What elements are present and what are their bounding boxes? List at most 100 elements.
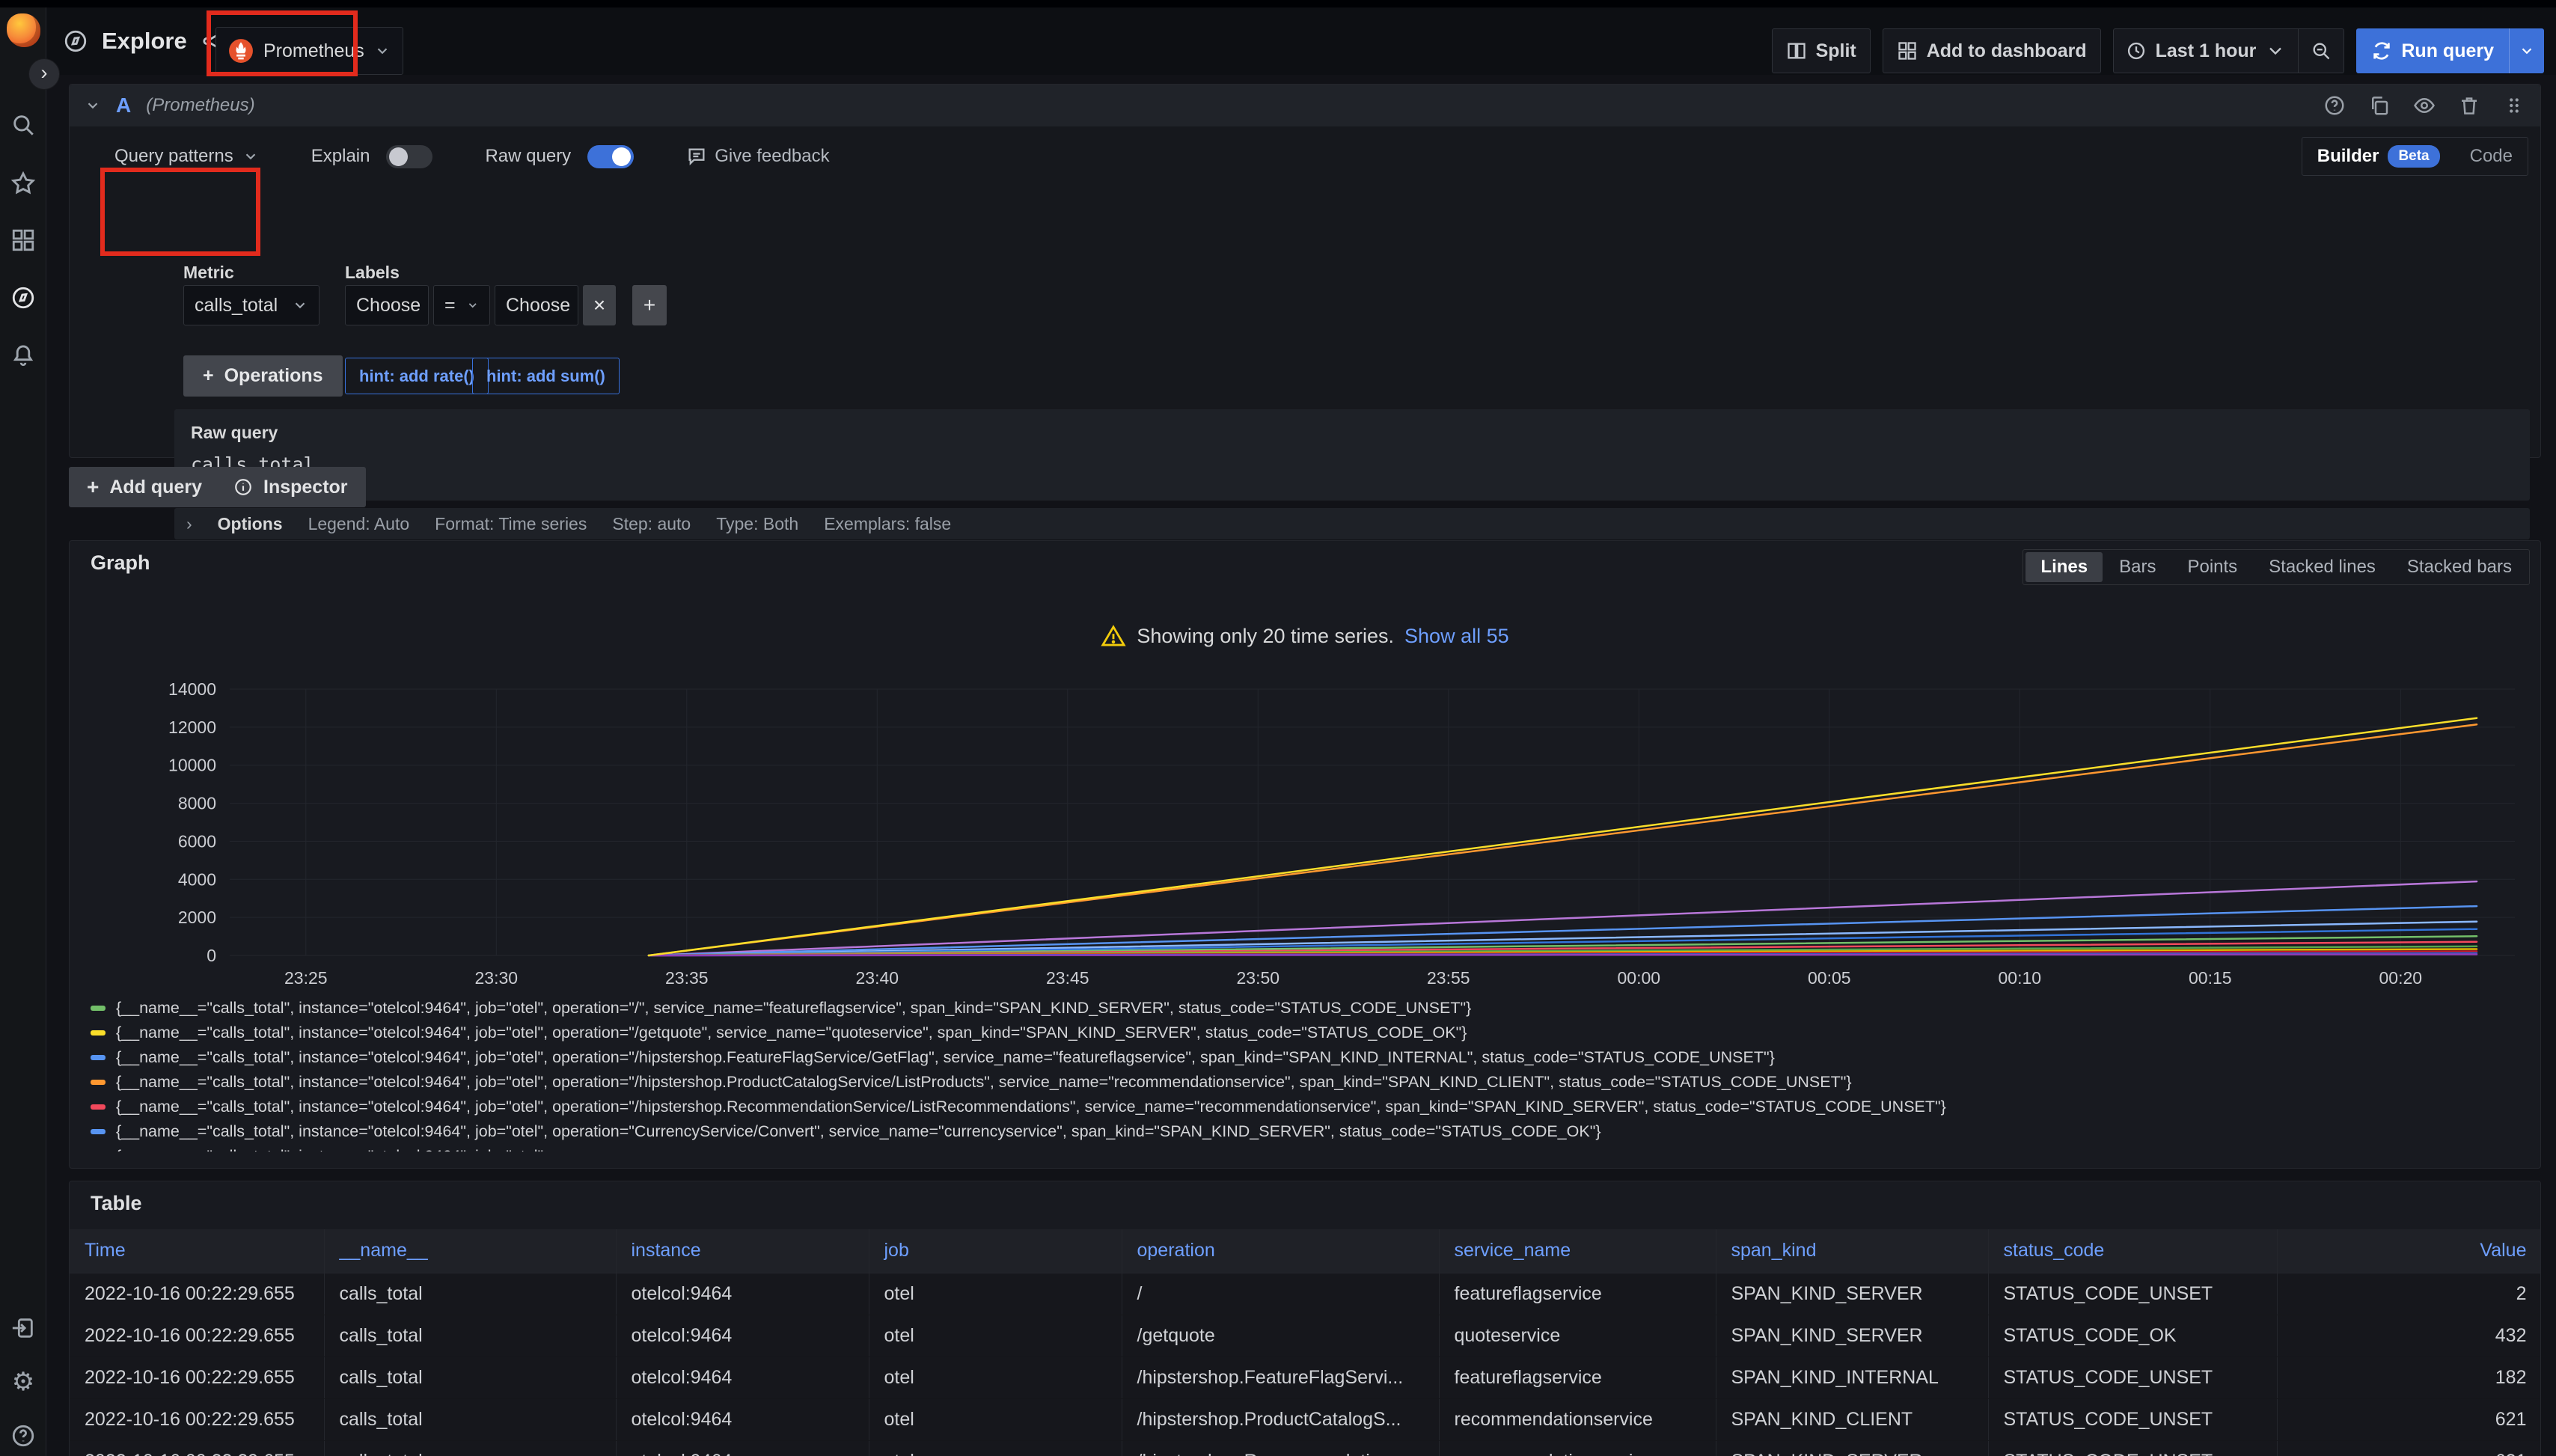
add-operation-button[interactable]: + Operations (183, 355, 343, 397)
datasource-picker[interactable]: Prometheus (215, 27, 403, 75)
chart-series-orange-1 (649, 724, 2477, 955)
code-mode-tab[interactable]: Code (2455, 138, 2528, 175)
angle-right-icon: › (186, 514, 192, 534)
duplicate-query-icon[interactable] (2368, 94, 2391, 117)
table-cell: otelcol:9464 (616, 1315, 869, 1356)
graph-mode-points[interactable]: Points (2172, 552, 2252, 582)
legend-swatch (91, 1104, 106, 1110)
zoom-out-button[interactable] (2298, 29, 2343, 73)
table-cell: 2022-10-16 00:22:29.655 (70, 1398, 324, 1440)
collapse-chevron-icon[interactable] (85, 97, 101, 114)
table-cell: SPAN_KIND_INTERNAL (1716, 1356, 1988, 1398)
graph-panel-title: Graph (91, 551, 150, 575)
svg-text:23:40: 23:40 (856, 968, 899, 988)
give-feedback-link[interactable]: Give feedback (686, 146, 829, 167)
table-cell: 182 (2277, 1356, 2541, 1398)
graph-mode-lines[interactable]: Lines (2025, 552, 2103, 582)
legend-item-1[interactable]: {__name__="calls_total", instance="otelc… (91, 996, 2530, 1021)
comment-icon (686, 146, 707, 167)
label-value-select[interactable]: Choose (495, 285, 578, 325)
table-cell: /getquote (1122, 1315, 1439, 1356)
split-button[interactable]: Split (1772, 28, 1871, 73)
column-header-instance[interactable]: instance (616, 1229, 869, 1273)
alerting-bell-icon[interactable] (10, 343, 36, 368)
run-query-button[interactable]: Run query (2356, 28, 2544, 73)
add-query-button[interactable]: + Add query (69, 467, 220, 507)
column-header-time[interactable]: Time (70, 1229, 324, 1273)
table-cell: /hipstershop.FeatureFlagServi... (1122, 1356, 1439, 1398)
query-row-header: A (Prometheus) (70, 85, 2540, 126)
table-cell: recommendationservice (1439, 1440, 1716, 1456)
table-cell: STATUS_CODE_UNSET (1988, 1440, 2277, 1456)
column-header-value[interactable]: Value (2277, 1229, 2541, 1273)
legend-series-label: {__name__="calls_total", instance="otelc… (116, 1073, 1852, 1092)
svg-text:4000: 4000 (178, 869, 216, 889)
legend-item-overflow[interactable]: {__name__="calls_total", instance="otelc… (91, 1144, 2530, 1151)
run-query-dropdown[interactable] (2509, 28, 2544, 73)
legend-item-2[interactable]: {__name__="calls_total", instance="otelc… (91, 1021, 2530, 1045)
hint-add-rate-button[interactable]: hint: add rate() (345, 358, 489, 394)
graph-mode-stacked-lines[interactable]: Stacked lines (2254, 552, 2391, 582)
drag-handle-icon[interactable] (2503, 94, 2525, 117)
legend-item-3[interactable]: {__name__="calls_total", instance="otelc… (91, 1045, 2530, 1070)
builder-mode-tab[interactable]: Builder Beta (2302, 138, 2455, 175)
sign-in-icon[interactable] (10, 1315, 36, 1341)
legend-swatch (91, 1055, 106, 1060)
add-to-dashboard-button[interactable]: Add to dashboard (1883, 28, 2101, 73)
sidebar-expand-button[interactable]: › (28, 58, 60, 90)
beta-badge: Beta (2388, 145, 2439, 168)
plus-icon: + (87, 475, 99, 499)
search-icon[interactable] (10, 112, 36, 138)
table-cell: featureflagservice (1439, 1356, 1716, 1398)
query-help-icon[interactable] (2323, 94, 2346, 117)
legend-series-label: {__name__="calls_total", instance="otelc… (116, 1024, 1467, 1042)
explore-compass-icon[interactable] (10, 285, 36, 311)
time-range-button[interactable]: Last 1 hour (2114, 29, 2299, 73)
results-table: Time__name__instancejoboperationservice_… (70, 1229, 2541, 1456)
hide-query-eye-icon[interactable] (2413, 94, 2436, 117)
table-cell: SPAN_KIND_SERVER (1716, 1273, 1988, 1315)
column-header-status-code[interactable]: status_code (1988, 1229, 2277, 1273)
settings-gear-icon[interactable]: ⚙ (10, 1369, 36, 1395)
table-cell: otelcol:9464 (616, 1440, 869, 1456)
metric-select[interactable]: calls_total (183, 285, 320, 325)
remove-label-button[interactable]: × (583, 285, 616, 325)
add-label-button[interactable]: + (632, 285, 667, 325)
page-title: Explore (102, 28, 187, 55)
legend-item-6[interactable]: {__name__="calls_total", instance="otelc… (91, 1119, 2530, 1144)
dashboards-icon[interactable] (10, 227, 36, 253)
label-key-select[interactable]: Choose (345, 285, 429, 325)
query-options-row[interactable]: › Options Legend: AutoFormat: Time serie… (174, 508, 2530, 539)
column-header-operation[interactable]: operation (1122, 1229, 1439, 1273)
column-header--name-[interactable]: __name__ (324, 1229, 616, 1273)
datasource-name: Prometheus (263, 40, 364, 62)
grafana-logo[interactable] (7, 13, 40, 47)
label-operator-select[interactable]: = (433, 285, 490, 325)
show-all-series-link[interactable]: Show all 55 (1404, 625, 1509, 648)
query-patterns-dropdown[interactable]: Query patterns (114, 146, 259, 167)
graph-mode-bars[interactable]: Bars (2104, 552, 2171, 582)
chevron-down-icon (2265, 40, 2286, 61)
table-cell: 621 (2277, 1440, 2541, 1456)
column-header-service-name[interactable]: service_name (1439, 1229, 1716, 1273)
column-header-job[interactable]: job (869, 1229, 1122, 1273)
table-row: 2022-10-16 00:22:29.655calls_totalotelco… (70, 1398, 2541, 1440)
help-icon[interactable] (10, 1423, 36, 1449)
table-cell: 2 (2277, 1273, 2541, 1315)
hint-add-sum-button[interactable]: hint: add sum() (472, 358, 620, 394)
star-icon[interactable] (10, 171, 36, 196)
table-cell: calls_total (324, 1273, 616, 1315)
raw-query-label: Raw query (191, 423, 2513, 443)
graph-mode-stacked-bars[interactable]: Stacked bars (2392, 552, 2527, 582)
inspector-button[interactable]: Inspector (215, 467, 366, 507)
legend-item-5[interactable]: {__name__="calls_total", instance="otelc… (91, 1095, 2530, 1119)
time-series-chart[interactable]: 0200040006000800010000120001400023:2523:… (91, 673, 2521, 996)
legend-item-4[interactable]: {__name__="calls_total", instance="otelc… (91, 1070, 2530, 1095)
table-cell: calls_total (324, 1398, 616, 1440)
refresh-icon (2371, 40, 2392, 61)
column-header-span-kind[interactable]: span_kind (1716, 1229, 1988, 1273)
explain-toggle[interactable] (386, 145, 432, 168)
delete-query-trash-icon[interactable] (2458, 94, 2480, 117)
table-cell: otelcol:9464 (616, 1273, 869, 1315)
raw-query-toggle[interactable] (587, 145, 634, 168)
